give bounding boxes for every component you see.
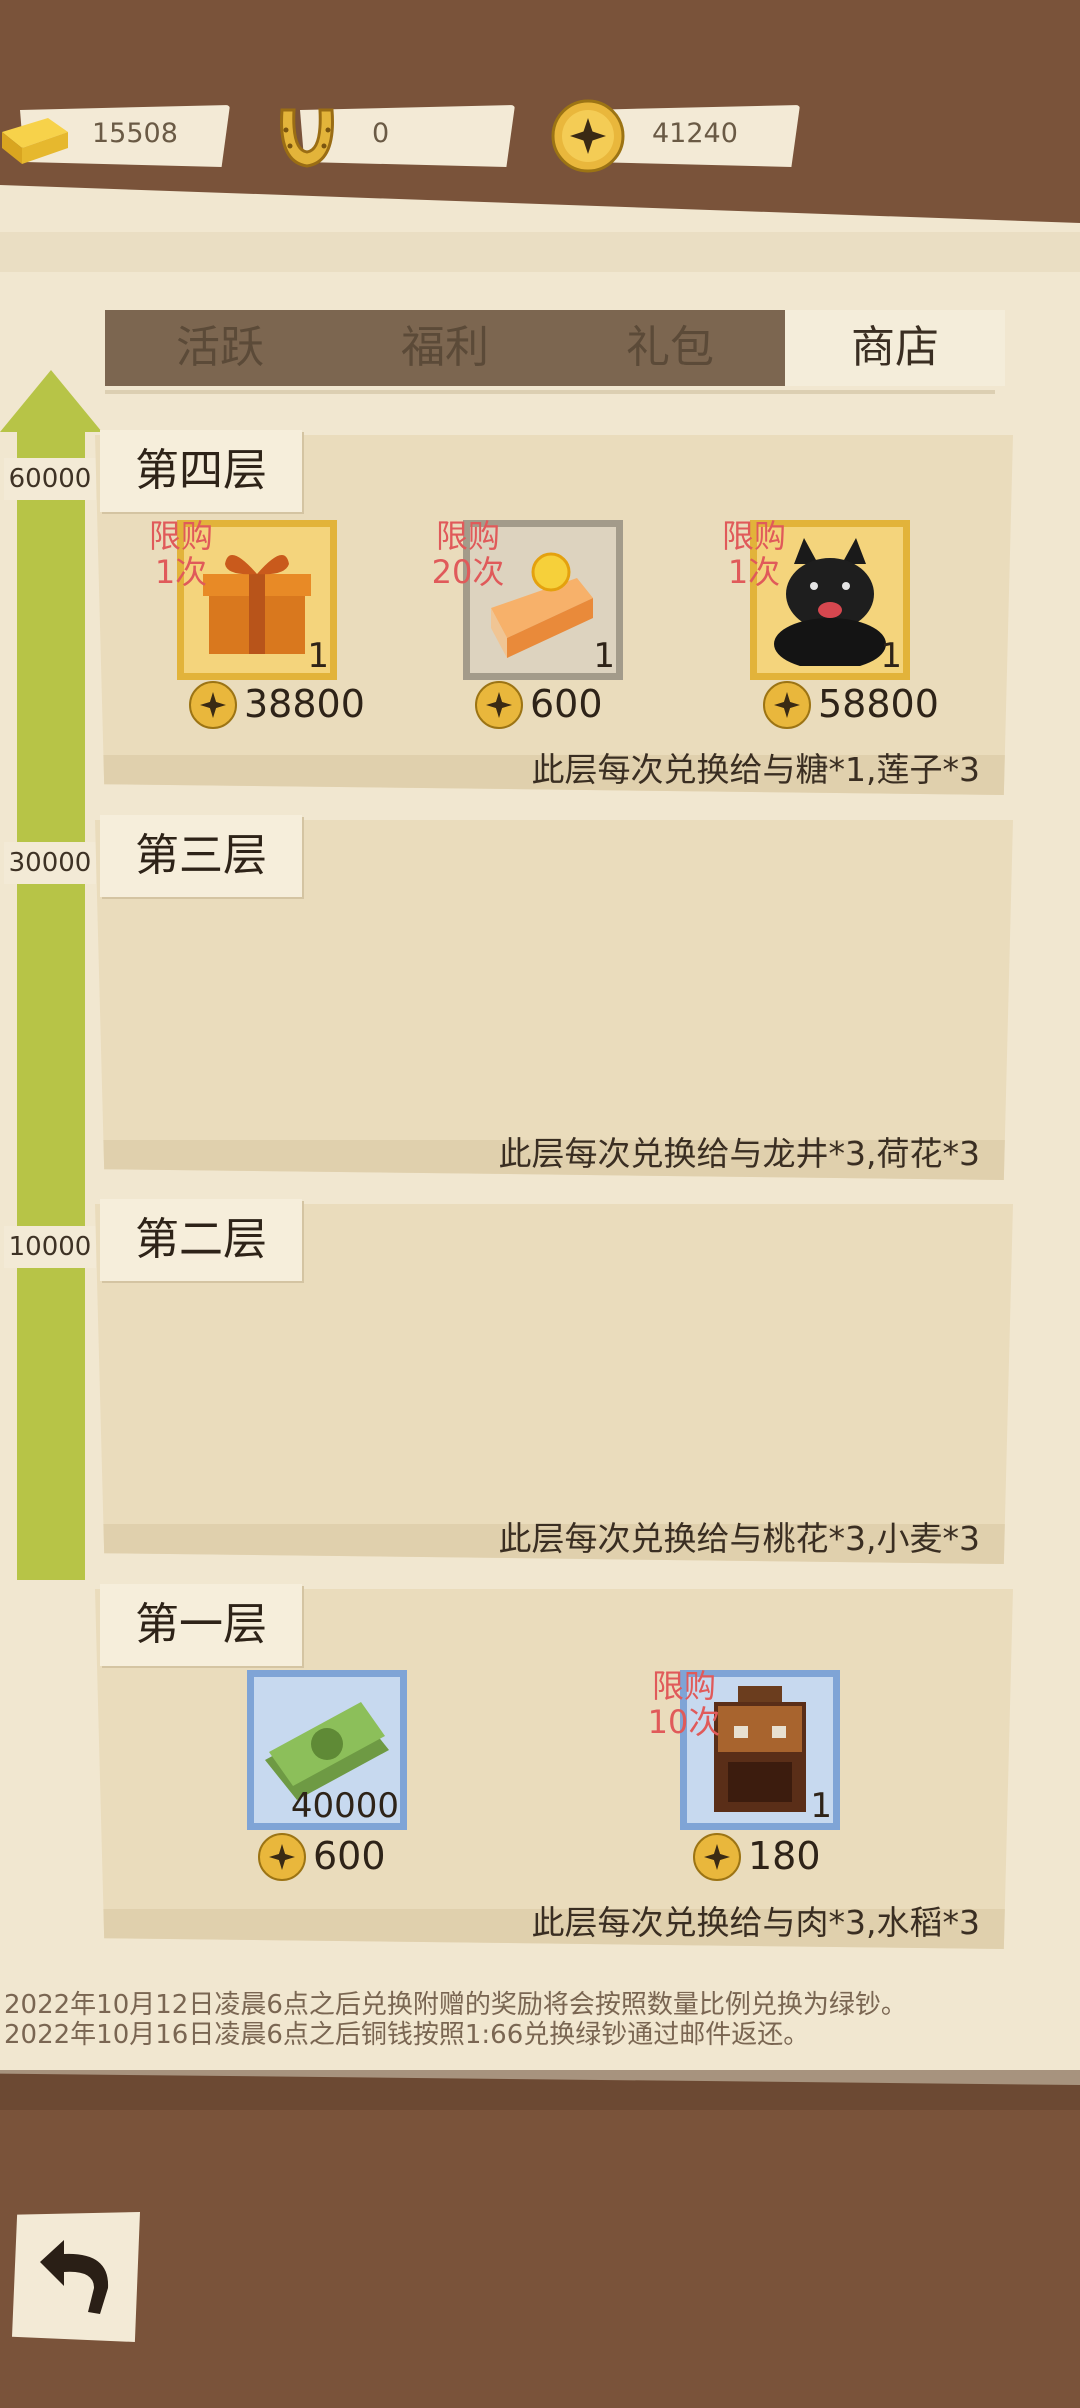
purchase-limit-label: 限购 1次 xyxy=(721,517,786,591)
purchase-limit-label: 限购 10次 xyxy=(647,1667,721,1741)
purchase-limit-label: 限购 1次 xyxy=(148,517,213,591)
tab-activity[interactable]: 活跃 xyxy=(120,310,320,386)
item-price: 58800 xyxy=(818,682,939,726)
copper-coin-icon xyxy=(189,681,237,729)
threshold-60000: 60000 xyxy=(4,458,96,500)
gold-bar-icon xyxy=(2,118,68,164)
item-price: 600 xyxy=(313,1834,386,1878)
floor-2-reward-note: 此层每次兑换给与桃花*3,小麦*3 xyxy=(498,1519,980,1558)
threshold-30000: 30000 xyxy=(4,842,96,884)
item-count: 1 xyxy=(593,636,615,676)
purchase-limit-label: 限购 20次 xyxy=(431,517,505,591)
item-price: 180 xyxy=(748,1834,821,1878)
shop-item-green-money[interactable]: 40000 xyxy=(247,1670,407,1830)
exchange-notice-line-2: 2022年10月16日凌晨6点之后铜钱按照1:66兑换绿钞通过邮件返还。 xyxy=(4,2020,810,2050)
floor-3-title: 第三层 xyxy=(100,815,302,897)
progress-arrow-head-icon xyxy=(0,370,102,432)
back-arrow-icon xyxy=(40,2240,109,2314)
floor-1-reward-note: 此层每次兑换给与肉*3,水稻*3 xyxy=(531,1903,980,1942)
floor-4-title: 第四层 xyxy=(100,430,302,512)
floor-4-reward-note: 此层每次兑换给与糖*1,莲子*3 xyxy=(531,750,980,789)
progress-bar xyxy=(17,432,85,1580)
tab-underline xyxy=(105,390,995,394)
panel-shadow xyxy=(0,2070,1080,2110)
item-price: 38800 xyxy=(244,682,365,726)
item-count: 1 xyxy=(810,1786,832,1826)
copper-coin-icon xyxy=(763,681,811,729)
back-button[interactable] xyxy=(12,2212,140,2342)
horseshoe-amount: 0 xyxy=(372,118,390,149)
copper-coin-icon xyxy=(551,99,625,173)
panel-header-strip xyxy=(0,232,1080,272)
tab-gift-pack[interactable]: 礼包 xyxy=(570,310,770,386)
floor-1-title: 第一层 xyxy=(100,1584,302,1666)
horseshoe-icon xyxy=(280,108,334,168)
floor-3-reward-note: 此层每次兑换给与龙井*3,荷花*3 xyxy=(498,1134,980,1173)
threshold-10000: 10000 xyxy=(4,1226,96,1268)
floor-2-title: 第二层 xyxy=(100,1199,302,1281)
tab-welfare[interactable]: 福利 xyxy=(345,310,545,386)
copper-coin-icon xyxy=(258,1833,306,1881)
tab-bar: 活跃 福利 礼包 商店 xyxy=(105,310,1005,386)
item-count: 1 xyxy=(880,636,902,676)
gold-amount: 15508 xyxy=(92,118,178,149)
copper-coin-icon xyxy=(475,681,523,729)
copper-coin-icon xyxy=(693,1833,741,1881)
tab-shop[interactable]: 商店 xyxy=(785,310,1005,386)
item-amount: 40000 xyxy=(290,1786,399,1826)
item-price: 600 xyxy=(530,682,603,726)
item-count: 1 xyxy=(307,636,329,676)
coin-amount: 41240 xyxy=(652,118,738,149)
